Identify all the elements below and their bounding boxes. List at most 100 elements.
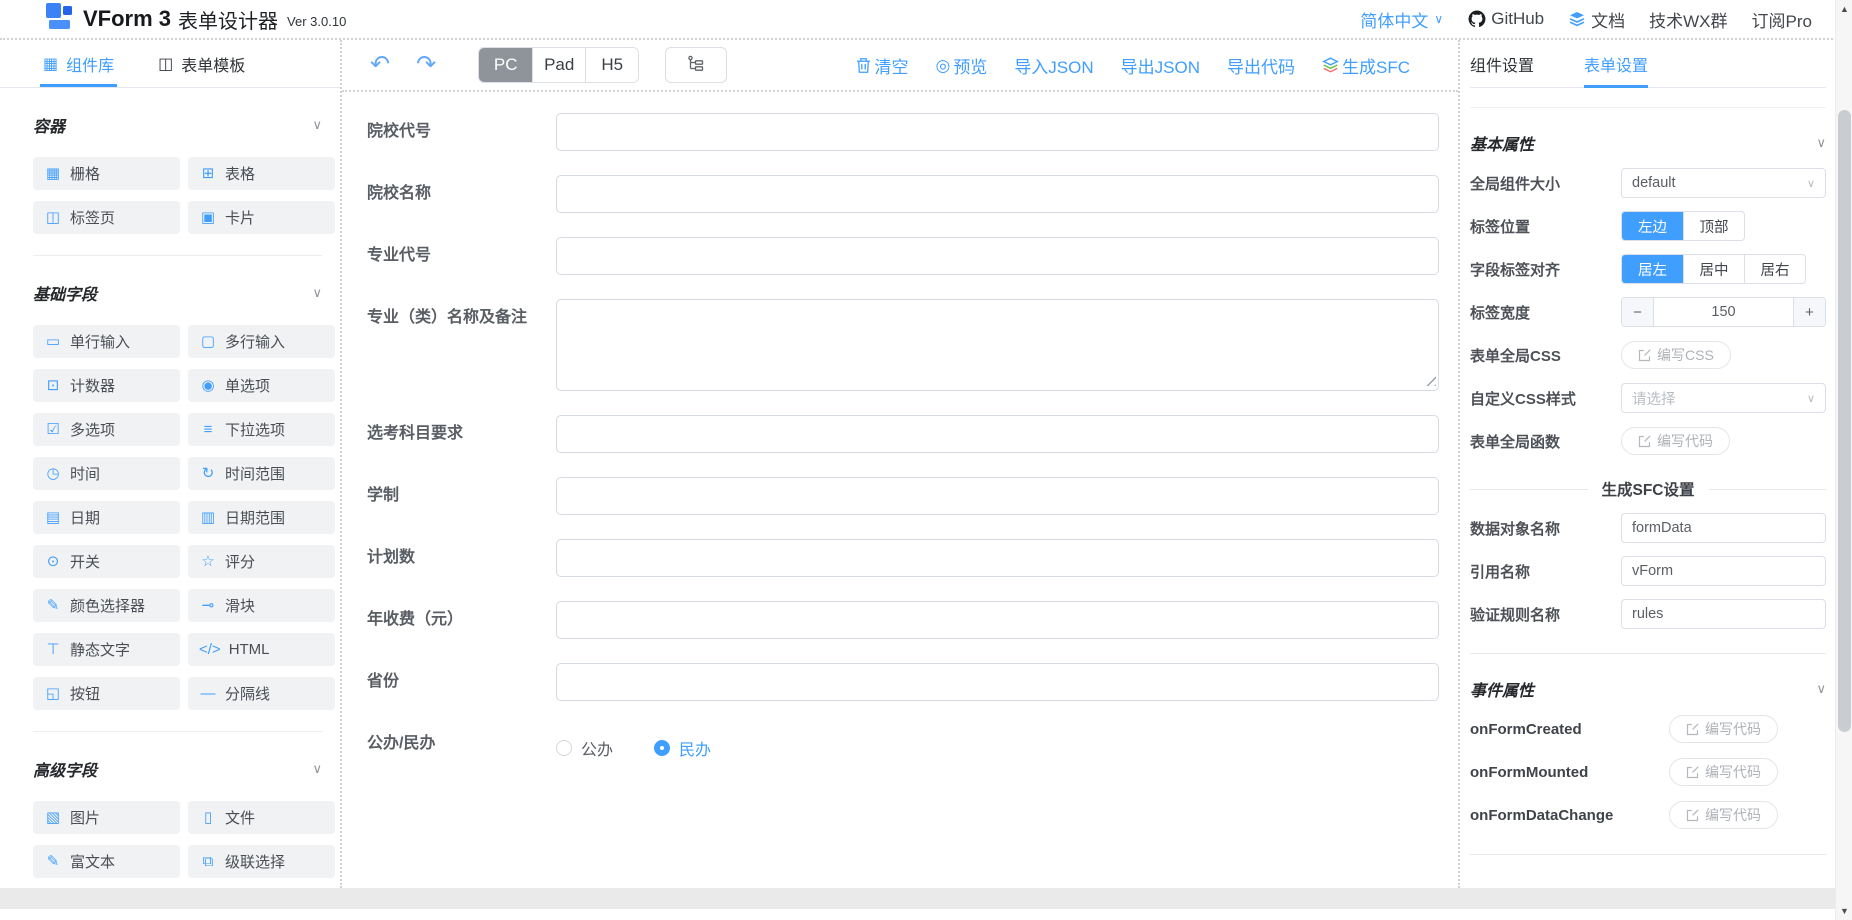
- widget-button[interactable]: ◱按钮: [33, 677, 180, 710]
- clear-button[interactable]: 清空: [856, 53, 908, 78]
- form-canvas[interactable]: 院校代号院校名称专业代号专业（类）名称及备注选考科目要求学制计划数年收费（元）省…: [342, 92, 1458, 888]
- widget-select[interactable]: ≡下拉选项: [188, 413, 335, 446]
- label-align-right[interactable]: 居右: [1744, 255, 1805, 283]
- sfc-setting-row: 引用名称: [1470, 556, 1826, 586]
- label-position-left[interactable]: 左边: [1622, 212, 1683, 240]
- widget-rate[interactable]: ☆评分: [188, 545, 335, 578]
- widget-file[interactable]: ▯文件: [188, 801, 335, 834]
- scrollbar-thumb[interactable]: [1838, 110, 1851, 732]
- widget-time-range[interactable]: ↻时间范围: [188, 457, 335, 490]
- section-title: 高级字段: [33, 757, 97, 781]
- import-json-button[interactable]: 导入JSON: [1014, 53, 1093, 78]
- text-input[interactable]: [556, 539, 1439, 577]
- onformdatachange-edit-button[interactable]: 编写代码: [1669, 801, 1778, 829]
- text-input[interactable]: [556, 415, 1439, 453]
- widget-time[interactable]: ◷时间: [33, 457, 180, 490]
- onformcreated-edit-button[interactable]: 编写代码: [1669, 715, 1778, 743]
- tab-widget-library[interactable]: ▦组件库: [43, 40, 114, 87]
- generate-sfc-button-label: 生成SFC: [1342, 53, 1410, 78]
- widget-radio[interactable]: ◉单选项: [188, 369, 335, 402]
- device-h5[interactable]: H5: [585, 48, 638, 82]
- widget-checkbox[interactable]: ☑多选项: [33, 413, 180, 446]
- textarea-input[interactable]: [556, 299, 1439, 391]
- widget-label: 时间范围: [225, 463, 285, 484]
- widget-grid[interactable]: ▦栅格: [33, 157, 180, 190]
- edit-functions-button[interactable]: 编写代码: [1621, 427, 1730, 455]
- redo-button[interactable]: ↷: [416, 53, 436, 77]
- text-input[interactable]: [556, 477, 1439, 515]
- text-input[interactable]: [556, 237, 1439, 275]
- text-input[interactable]: [556, 113, 1439, 151]
- undo-button[interactable]: ↶: [370, 53, 390, 77]
- widget-label: 图片: [70, 807, 100, 828]
- sfc-input[interactable]: [1621, 513, 1826, 543]
- radio-option[interactable]: 民办: [654, 736, 711, 760]
- global-functions-row: 表单全局函数 编写代码: [1470, 426, 1826, 456]
- sfc-setting-row: 数据对象名称: [1470, 513, 1826, 543]
- tab-widget-settings[interactable]: 组件设置: [1470, 40, 1534, 87]
- device-pc[interactable]: PC: [479, 48, 532, 82]
- tab-form-settings[interactable]: 表单设置: [1584, 40, 1648, 87]
- widget-color-picker[interactable]: ✎颜色选择器: [33, 589, 180, 622]
- increase-button[interactable]: +: [1793, 298, 1825, 326]
- widget-date[interactable]: ▤日期: [33, 501, 180, 534]
- widget-static-text[interactable]: ⊤静态文字: [33, 633, 180, 666]
- export-code-button[interactable]: 导出代码: [1227, 53, 1295, 78]
- text-input[interactable]: [556, 601, 1439, 639]
- radio-option[interactable]: 公办: [556, 736, 613, 760]
- widget-cascader[interactable]: ⧉级联选择: [188, 845, 335, 878]
- preview-button[interactable]: ◎预览: [935, 53, 987, 78]
- widget-date-range[interactable]: ▥日期范围: [188, 501, 335, 534]
- chevron-down-icon[interactable]: ∨: [1816, 681, 1826, 697]
- widget-input[interactable]: ▭单行输入: [33, 325, 180, 358]
- scroll-up-arrow[interactable]: ▲: [1836, 4, 1852, 14]
- label-width-value[interactable]: 150: [1654, 298, 1793, 326]
- decrease-button[interactable]: −: [1622, 298, 1654, 326]
- widget-table[interactable]: ⊞表格: [188, 157, 335, 190]
- widget-picture[interactable]: ▧图片: [33, 801, 180, 834]
- custom-class-select[interactable]: 请选择 ∨: [1621, 383, 1826, 413]
- widget-slider[interactable]: ⊸滑块: [188, 589, 335, 622]
- widget-label: 多行输入: [225, 331, 285, 352]
- chevron-down-icon[interactable]: ∨: [312, 285, 322, 301]
- tab-form-templates[interactable]: ◫表单模板: [158, 40, 245, 87]
- chevron-down-icon[interactable]: ∨: [312, 761, 322, 777]
- export-json-button[interactable]: 导出JSON: [1121, 53, 1200, 78]
- widget-rich-text[interactable]: ✎富文本: [33, 845, 180, 878]
- subscribe-pro-link[interactable]: 订阅Pro: [1752, 7, 1812, 32]
- widget-textarea[interactable]: ▢多行输入: [188, 325, 335, 358]
- docs-link[interactable]: 文档: [1568, 7, 1625, 32]
- chevron-down-icon[interactable]: ∨: [312, 117, 322, 133]
- language-selector[interactable]: 简体中文 ∨: [1360, 7, 1443, 32]
- label-position-top[interactable]: 顶部: [1683, 212, 1744, 240]
- text-input[interactable]: [556, 663, 1439, 701]
- edit-css-button[interactable]: 编写CSS: [1621, 341, 1731, 369]
- chevron-down-icon[interactable]: ∨: [1816, 135, 1826, 151]
- widget-divider[interactable]: —分隔线: [188, 677, 335, 710]
- github-link[interactable]: GitHub: [1468, 9, 1544, 29]
- onformmounted-edit-button[interactable]: 编写代码: [1669, 758, 1778, 786]
- label-align-left[interactable]: 居左: [1622, 255, 1683, 283]
- edit-icon: [1638, 349, 1651, 362]
- widget-number[interactable]: ⊡计数器: [33, 369, 180, 402]
- widget-label: 滑块: [225, 595, 255, 616]
- generate-sfc-button[interactable]: 生成SFC: [1322, 53, 1410, 78]
- vertical-scrollbar[interactable]: ▲ ▼: [1835, 0, 1852, 920]
- export-code-button-label: 导出代码: [1227, 53, 1295, 78]
- label-align-center[interactable]: 居中: [1683, 255, 1744, 283]
- widget-tab-pane[interactable]: ◫标签页: [33, 201, 180, 234]
- scroll-down-arrow[interactable]: ▼: [1836, 906, 1852, 916]
- wx-group-link[interactable]: 技术WX群: [1649, 7, 1727, 32]
- global-size-select[interactable]: default ∨: [1621, 168, 1826, 198]
- widget-card[interactable]: ▣卡片: [188, 201, 335, 234]
- label-position-row: 标签位置 左边 顶部: [1470, 211, 1826, 241]
- field-control: [556, 113, 1439, 151]
- node-tree-button[interactable]: [665, 47, 727, 83]
- text-input[interactable]: [556, 175, 1439, 213]
- sfc-input[interactable]: [1621, 599, 1826, 629]
- widget-switch[interactable]: ⊙开关: [33, 545, 180, 578]
- widget-html[interactable]: </>HTML: [188, 633, 335, 666]
- page-subtitle: 表单设计器: [178, 5, 278, 34]
- sfc-input[interactable]: [1621, 556, 1826, 586]
- device-pad[interactable]: Pad: [532, 48, 585, 82]
